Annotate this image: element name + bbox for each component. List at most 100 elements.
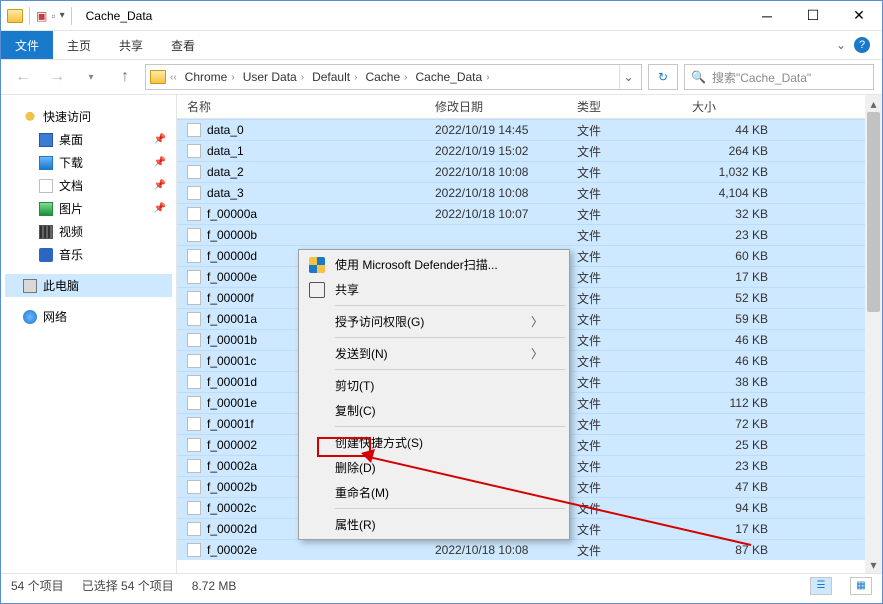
sidebar-quick-label: 快速访问	[43, 108, 91, 125]
col-date[interactable]: 修改日期	[435, 98, 577, 115]
address-box[interactable]: ‹‹ Chrome›User Data›Default›Cache›Cache_…	[145, 64, 642, 90]
file-row[interactable]: data_22022/10/18 10:08文件1,032 KB	[177, 161, 882, 182]
address-dropdown-icon[interactable]: ⌄	[619, 65, 637, 89]
minimize-button[interactable]: ─	[744, 1, 790, 31]
file-row[interactable]: f_00002e2022/10/18 10:08文件87 KB	[177, 539, 882, 560]
nav-history-dropdown[interactable]: ▾	[77, 65, 105, 89]
breadcrumb-segment[interactable]: Cache›	[361, 70, 411, 84]
scroll-up-icon[interactable]: ▴	[865, 95, 882, 112]
context-cut[interactable]: 剪切(T)	[301, 373, 567, 398]
file-row[interactable]: data_02022/10/19 14:45文件44 KB	[177, 119, 882, 140]
pc-icon	[23, 279, 37, 293]
breadcrumb-segment[interactable]: User Data›	[239, 70, 308, 84]
file-name: f_00000f	[207, 291, 254, 305]
context-separator	[335, 305, 565, 306]
context-props[interactable]: 属性(R)	[301, 512, 567, 537]
file-icon	[187, 375, 201, 389]
file-size: 87 KB	[692, 543, 780, 557]
nav-forward-button[interactable]: →	[43, 65, 71, 89]
qat-props-icon[interactable]: ▣	[36, 9, 47, 23]
tab-share[interactable]: 共享	[105, 31, 157, 59]
sidebar-item-desktop[interactable]: 桌面📌	[5, 128, 172, 151]
view-thumbnails-button[interactable]: ▦	[850, 577, 872, 595]
file-size: 25 KB	[692, 438, 780, 452]
file-name: f_00000b	[207, 228, 257, 242]
scrollbar[interactable]: ▴ ▾	[865, 95, 882, 573]
share-icon	[309, 282, 325, 298]
qat-dropdown-icon[interactable]: ▾	[60, 10, 65, 21]
chevron-right-icon: ›	[301, 72, 304, 83]
file-size: 72 KB	[692, 417, 780, 431]
tab-home[interactable]: 主页	[53, 31, 105, 59]
context-scan[interactable]: 使用 Microsoft Defender扫描...	[301, 252, 567, 277]
qat-new-icon[interactable]: ▫	[51, 9, 55, 23]
file-type: 文件	[577, 353, 692, 370]
file-name: f_00002d	[207, 522, 257, 536]
file-date: 2022/10/19 15:02	[435, 144, 577, 158]
sidebar-item-music[interactable]: 音乐	[5, 243, 172, 266]
col-name[interactable]: 名称	[187, 98, 435, 115]
file-row[interactable]: data_12022/10/19 15:02文件264 KB	[177, 140, 882, 161]
tab-file[interactable]: 文件	[1, 31, 53, 59]
help-icon[interactable]: ?	[854, 37, 870, 53]
file-name: f_00002c	[207, 501, 256, 515]
tab-view[interactable]: 查看	[157, 31, 209, 59]
file-name: f_00000a	[207, 207, 257, 221]
context-sendto[interactable]: 发送到(N)〉	[301, 341, 567, 366]
file-size: 23 KB	[692, 459, 780, 473]
breadcrumb-segment[interactable]: Cache_Data›	[411, 70, 493, 84]
view-details-button[interactable]: ☰	[810, 577, 832, 595]
file-row[interactable]: f_00000a2022/10/18 10:07文件32 KB	[177, 203, 882, 224]
status-selected: 已选择 54 个项目	[82, 577, 174, 594]
nav-back-button[interactable]: ←	[9, 65, 37, 89]
file-size: 17 KB	[692, 522, 780, 536]
file-type: 文件	[577, 248, 692, 265]
scroll-down-icon[interactable]: ▾	[865, 556, 882, 573]
nav-up-button[interactable]: ↑	[111, 65, 139, 89]
file-type: 文件	[577, 269, 692, 286]
pin-icon: 📌	[154, 203, 166, 214]
status-size: 8.72 MB	[192, 579, 237, 593]
file-name: data_3	[207, 186, 244, 200]
submenu-icon: 〉	[531, 345, 543, 362]
sidebar-item-videos[interactable]: 视频	[5, 220, 172, 243]
file-icon	[187, 270, 201, 284]
col-size[interactable]: 大小	[692, 98, 780, 115]
file-row[interactable]: f_00000b文件23 KB	[177, 224, 882, 245]
sidebar-item-network[interactable]: 网络	[5, 305, 172, 328]
submenu-icon: 〉	[531, 313, 543, 330]
scroll-thumb[interactable]	[867, 112, 880, 312]
col-type[interactable]: 类型	[577, 98, 692, 115]
file-name: f_00000d	[207, 249, 257, 263]
video-icon	[39, 225, 53, 239]
file-size: 46 KB	[692, 333, 780, 347]
file-icon	[187, 186, 201, 200]
context-shortcut[interactable]: 创建快捷方式(S)	[301, 430, 567, 455]
breadcrumb-segment[interactable]: Chrome›	[181, 70, 239, 84]
close-button[interactable]: ✕	[836, 1, 882, 31]
sidebar-item-downloads[interactable]: 下载📌	[5, 151, 172, 174]
file-size: 264 KB	[692, 144, 780, 158]
file-type: 文件	[577, 437, 692, 454]
context-share[interactable]: 共享	[301, 277, 567, 302]
quick-access-toolbar: ▣ ▫ ▾	[1, 7, 80, 25]
search-input[interactable]: 🔍 搜索"Cache_Data"	[684, 64, 874, 90]
file-date: 2022/10/18 10:08	[435, 543, 577, 557]
breadcrumb-segment[interactable]: Default›	[308, 70, 361, 84]
context-grant[interactable]: 授予访问权限(G)〉	[301, 309, 567, 334]
sidebar-quick-access[interactable]: 快速访问	[5, 105, 172, 128]
ribbon-expand-icon[interactable]: ⌄	[836, 38, 846, 52]
context-rename[interactable]: 重命名(M)	[301, 480, 567, 505]
breadcrumb-root-chevron[interactable]: ‹‹	[170, 72, 177, 83]
file-date: 2022/10/19 14:45	[435, 123, 577, 137]
file-row[interactable]: data_32022/10/18 10:08文件4,104 KB	[177, 182, 882, 203]
context-copy[interactable]: 复制(C)	[301, 398, 567, 423]
pin-icon: 📌	[154, 157, 166, 168]
sidebar-item-thispc[interactable]: 此电脑	[5, 274, 172, 297]
sidebar-item-documents[interactable]: 文档📌	[5, 174, 172, 197]
scroll-track[interactable]	[865, 112, 882, 556]
sidebar-item-pictures[interactable]: 图片📌	[5, 197, 172, 220]
maximize-button[interactable]: ☐	[790, 1, 836, 31]
context-delete[interactable]: 删除(D)	[301, 455, 567, 480]
refresh-button[interactable]: ↻	[648, 64, 678, 90]
